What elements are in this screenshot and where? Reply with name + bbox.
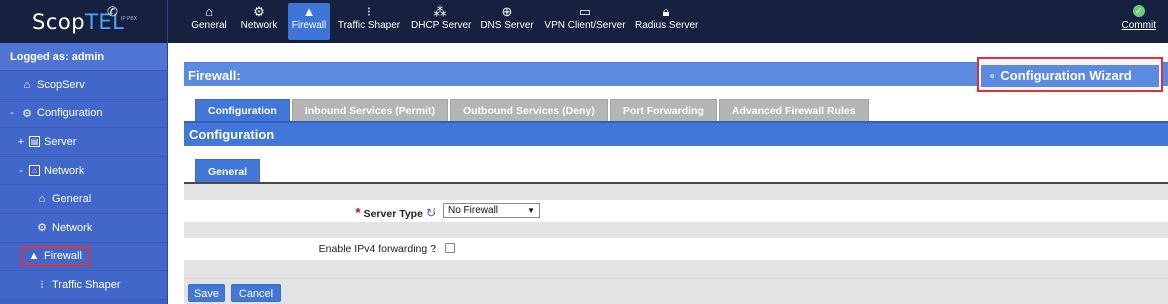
network-icon: ⌂	[29, 165, 40, 177]
tab-outbound-services[interactable]: Outbound Services (Deny)	[449, 99, 608, 121]
logo[interactable]: ScopTEL ✆ IP PBX	[0, 0, 167, 43]
nav-vpn-client-server[interactable]: ▭ VPN Client/Server	[544, 3, 626, 40]
firewall-icon: ▲	[302, 4, 316, 19]
traffic-light-icon: ⁝	[40, 279, 44, 292]
lock-icon: 🔒︎	[662, 4, 670, 19]
monitor-icon: ▭	[578, 4, 592, 19]
collapse-toggle[interactable]: -	[17, 165, 25, 177]
logo-subtitle: IP PBX	[121, 16, 138, 22]
configuration-wizard-highlight: ⚬ Configuration Wizard	[977, 57, 1163, 92]
sidebar-item-network-group[interactable]: - ⌂ Network	[0, 156, 167, 186]
sidebar-item-configuration[interactable]: - ⚙ Configuration	[0, 99, 167, 129]
firewall-icon: ▲	[28, 250, 40, 263]
expand-toggle[interactable]: +	[17, 136, 25, 148]
tab-advanced-firewall-rules[interactable]: Advanced Firewall Rules	[718, 99, 869, 121]
tab-configuration[interactable]: Configuration	[195, 99, 290, 121]
colon: :	[433, 243, 436, 255]
ipv4-forwarding-checkbox[interactable]	[445, 243, 455, 253]
nav-radius-server[interactable]: 🔒︎ Radius Server	[635, 3, 698, 40]
form-spacer	[184, 260, 1168, 278]
sidebar: ScopTEL ✆ IP PBX Logged as: admin ⌂ Scop…	[0, 0, 168, 304]
server-type-label: * Server Type ↻	[355, 205, 436, 220]
nav-firewall[interactable]: ▲ Firewall	[288, 3, 330, 40]
sidebar-item-traffic-shaper[interactable]: ⁝ Traffic Shaper	[0, 271, 167, 300]
tab-inbound-services[interactable]: Inbound Services (Permit)	[291, 99, 448, 121]
form-footer: Save Cancel	[184, 278, 1168, 304]
commit-button[interactable]: ✓ Commit	[1122, 5, 1156, 31]
collapse-toggle[interactable]: -	[8, 107, 16, 119]
ipv4-forwarding-label: Enable IPv4 forwarding ?	[318, 243, 436, 255]
chevron-down-icon: ▼	[527, 206, 535, 215]
globe-icon: ⊕	[501, 4, 513, 19]
save-button[interactable]: Save	[188, 284, 225, 302]
sidebar-item-firewall[interactable]: ▲ Firewall	[0, 242, 167, 272]
home-icon: ⌂	[205, 4, 213, 19]
configuration-wizard-button[interactable]: ⚬ Configuration Wizard	[981, 65, 1159, 87]
nav-network[interactable]: ⚙ Network	[237, 3, 281, 40]
sitemap-icon: ⁂	[433, 4, 447, 19]
section-title: Configuration	[189, 127, 275, 142]
gear-icon: ⚙	[22, 107, 32, 120]
home-icon: ⌂	[38, 193, 46, 206]
ipv4-forwarding-row: Enable IPv4 forwarding ? :	[184, 238, 1168, 260]
server-type-row: * Server Type ↻ : No Firewall ▼	[184, 200, 1168, 222]
sidebar-item-network[interactable]: ⚙ Network	[0, 213, 167, 243]
traffic-light-icon: ⁝	[366, 4, 372, 19]
nav-traffic-shaper[interactable]: ⁝ Traffic Shaper	[337, 3, 401, 40]
section-bar: Configuration	[184, 121, 1168, 146]
nav-general[interactable]: ⌂ General	[190, 3, 228, 40]
cancel-button[interactable]: Cancel	[231, 284, 281, 302]
main-content: Firewall: ⚬ Configuration Wizard Configur…	[184, 43, 1168, 304]
gear-icon: ⚙	[253, 4, 265, 19]
sidebar-item-server[interactable]: + ▤ Server	[0, 128, 167, 157]
phone-icon: ✆	[107, 4, 118, 19]
top-navigation: ⌂ General ⚙ Network ▲ Firewall ⁝ Traffic…	[168, 0, 1168, 43]
gear-icon: ⚙	[37, 222, 47, 235]
colon: :	[433, 205, 436, 217]
form-spacer	[184, 184, 1168, 200]
logged-in-user: Logged as: admin	[0, 43, 167, 71]
nav-dns-server[interactable]: ⊕ DNS Server	[480, 3, 534, 40]
form-spacer	[184, 222, 1168, 238]
selected-highlight[interactable]: ▲ Firewall	[21, 246, 90, 267]
server-type-select[interactable]: No Firewall ▼	[443, 203, 540, 218]
server-icon: ▤	[29, 136, 40, 148]
check-icon: ✓	[1132, 5, 1145, 17]
wand-icon: ⚬	[988, 72, 997, 83]
sidebar-item-scopserv[interactable]: ⌂ ScopServ	[0, 71, 167, 100]
sidebar-item-general[interactable]: ⌂ General	[0, 185, 167, 214]
tab-port-forwarding[interactable]: Port Forwarding	[609, 99, 717, 121]
home-icon: ⌂	[23, 78, 31, 91]
subtab-general[interactable]: General	[195, 159, 261, 183]
page-title: Firewall:	[188, 68, 241, 83]
tabs: Configuration Inbound Services (Permit) …	[195, 99, 871, 121]
required-marker: *	[355, 205, 361, 220]
nav-dhcp-server[interactable]: ⁂ DHCP Server	[411, 3, 471, 40]
